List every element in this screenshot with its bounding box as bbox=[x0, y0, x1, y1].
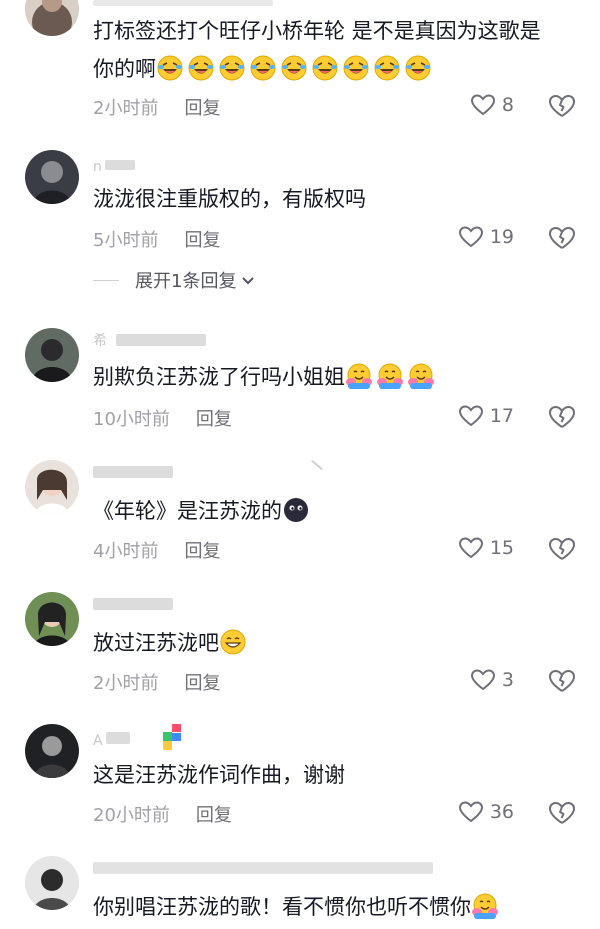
comment-text: 别欺负汪苏泷了行吗小姐姐 bbox=[93, 361, 583, 393]
avatar[interactable] bbox=[25, 460, 79, 514]
like-button[interactable]: 8 bbox=[470, 93, 514, 117]
like-button[interactable]: 17 bbox=[458, 404, 514, 428]
laughing-crying-emoji bbox=[342, 54, 370, 82]
divider bbox=[93, 279, 119, 281]
comment-meta: 5小时前 回复 bbox=[93, 226, 220, 252]
comment-time: 2小时前 bbox=[93, 673, 159, 694]
heart-icon bbox=[458, 226, 483, 248]
heart-icon bbox=[458, 801, 483, 823]
username[interactable]: n bbox=[93, 156, 102, 176]
comment-meta: 10小时前 回复 bbox=[93, 405, 232, 431]
like-count: 36 bbox=[489, 801, 514, 823]
heart-icon bbox=[458, 537, 483, 559]
comment-text: 泷泷很注重版权的，有版权吗 bbox=[93, 187, 366, 211]
laughing-crying-emoji bbox=[156, 54, 184, 82]
hugging-emoji bbox=[345, 362, 373, 390]
reply-button[interactable]: 回复 bbox=[196, 409, 232, 430]
reply-button[interactable]: 回复 bbox=[184, 541, 220, 562]
laughing-crying-emoji bbox=[280, 54, 308, 82]
like-count: 15 bbox=[489, 537, 514, 559]
avatar[interactable] bbox=[25, 150, 79, 204]
chevron-down-icon bbox=[242, 277, 255, 285]
comment-time: 10小时前 bbox=[93, 409, 170, 430]
broken-heart-icon[interactable] bbox=[548, 225, 576, 251]
reply-button[interactable]: 回复 bbox=[184, 98, 220, 119]
comment-text: 打标签还打个旺仔小桥年轮 是不是真因为这歌是 bbox=[93, 19, 541, 43]
broken-heart-icon[interactable] bbox=[548, 404, 576, 430]
broken-heart-icon[interactable] bbox=[548, 93, 576, 119]
comment-time: 5小时前 bbox=[93, 230, 159, 251]
like-button[interactable]: 19 bbox=[458, 225, 514, 249]
comment-text: 放过汪苏泷吧 bbox=[93, 627, 583, 659]
comment-time: 4小时前 bbox=[93, 541, 159, 562]
laughing-crying-emoji bbox=[218, 54, 246, 82]
comment-meta: 2小时前 回复 bbox=[93, 669, 220, 695]
comment-meta: 2小时前 回复 bbox=[93, 94, 220, 120]
like-count: 19 bbox=[489, 226, 514, 248]
hugging-emoji bbox=[376, 362, 404, 390]
username[interactable]: A bbox=[93, 730, 103, 750]
avatar[interactable] bbox=[25, 328, 79, 382]
comment-text: 你别唱汪苏泷的歌！看不惯你也听不惯你 bbox=[93, 891, 583, 923]
laughing-crying-emoji bbox=[373, 54, 401, 82]
heart-icon bbox=[470, 94, 495, 116]
like-button[interactable]: 15 bbox=[458, 536, 514, 560]
like-count: 3 bbox=[501, 669, 514, 691]
reply-button[interactable]: 回复 bbox=[184, 673, 220, 694]
dark-face-emoji bbox=[282, 496, 310, 524]
broken-heart-icon[interactable] bbox=[548, 668, 576, 694]
comment-time: 20小时前 bbox=[93, 805, 170, 826]
laughing-crying-emoji bbox=[311, 54, 339, 82]
avatar[interactable] bbox=[25, 592, 79, 646]
heart-icon bbox=[470, 669, 495, 691]
comment-time: 2小时前 bbox=[93, 98, 159, 119]
laughing-crying-emoji bbox=[187, 54, 215, 82]
hugging-emoji bbox=[471, 892, 499, 920]
laughing-crying-emoji bbox=[404, 54, 432, 82]
comment-meta: 20小时前 回复 bbox=[93, 801, 232, 827]
comment-text-line-2: 你的啊 bbox=[93, 53, 583, 85]
username[interactable]: 希 bbox=[93, 330, 107, 350]
avatar[interactable] bbox=[25, 856, 79, 910]
comment-text: 这是汪苏泷作词作曲，谢谢 bbox=[93, 763, 345, 787]
avatar[interactable] bbox=[25, 0, 79, 36]
laughing-crying-emoji bbox=[249, 54, 277, 82]
like-button[interactable]: 36 bbox=[458, 800, 514, 824]
colorful-badge-icon bbox=[163, 724, 181, 750]
like-count: 17 bbox=[489, 405, 514, 427]
hugging-emoji bbox=[407, 362, 435, 390]
like-count: 8 bbox=[501, 94, 514, 116]
heart-icon bbox=[458, 405, 483, 427]
reply-button[interactable]: 回复 bbox=[184, 230, 220, 251]
expand-replies-button[interactable]: 展开1条回复 bbox=[93, 267, 256, 293]
broken-heart-icon[interactable] bbox=[548, 800, 576, 826]
grinning-emoji bbox=[219, 628, 247, 656]
expand-replies-label: 展开1条回复 bbox=[135, 271, 237, 292]
reply-button[interactable]: 回复 bbox=[196, 805, 232, 826]
comment-text: 《年轮》是汪苏泷的 bbox=[93, 495, 583, 527]
avatar[interactable] bbox=[25, 724, 79, 778]
like-button[interactable]: 3 bbox=[470, 668, 514, 692]
broken-heart-icon[interactable] bbox=[548, 536, 576, 562]
comment-meta: 4小时前 回复 bbox=[93, 537, 220, 563]
